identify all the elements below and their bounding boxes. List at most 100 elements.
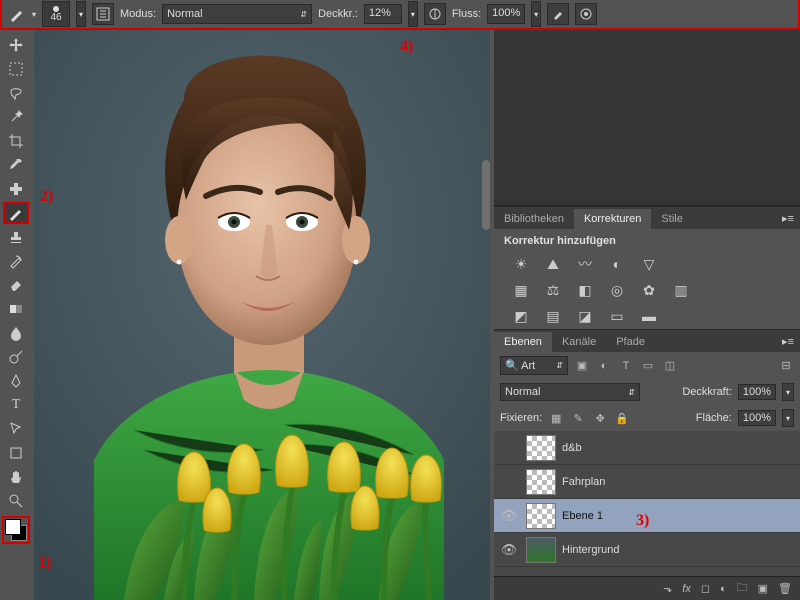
lasso-tool[interactable] [3,82,29,104]
bw-icon[interactable]: ◧ [574,281,596,299]
pen-tool[interactable] [3,370,29,392]
layer-name[interactable]: d&b [562,442,582,454]
tab-bibliotheken[interactable]: Bibliotheken [494,209,574,229]
document-canvas[interactable] [34,30,490,600]
path-select-tool[interactable] [3,418,29,440]
layer-row[interactable]: d&b [494,431,800,465]
layer-thumb [526,503,556,529]
fill-dropdown[interactable]: ▾ [782,409,794,427]
vibrance-icon[interactable]: ▽ [638,255,660,273]
tab-kanaele[interactable]: Kanäle [552,332,606,352]
invert-icon[interactable]: ◩ [510,307,532,325]
new-layer-icon[interactable]: ▣ [758,582,768,595]
filter-shape-icon[interactable]: ▭ [640,358,656,374]
blend-mode-select[interactable]: Normal⇵ [500,383,640,401]
layers-panel: Ebenen Kanäle Pfade ▸≡ 🔍 Art⇵ ▣ ◐ T ▭ ◫ … [494,329,800,600]
filter-smart-icon[interactable]: ◫ [662,358,678,374]
exposure-icon[interactable]: ◐ [606,255,628,273]
trash-icon[interactable]: 🗑 [778,582,792,595]
healing-tool[interactable] [3,178,29,200]
layer-name[interactable]: Fahrplan [562,476,605,488]
eyedropper-tool[interactable] [3,154,29,176]
layer-name[interactable]: Ebene 1 [562,510,603,522]
mask-icon[interactable]: ◻ [701,582,710,595]
move-tool[interactable] [3,34,29,56]
posterize-icon[interactable]: ▤ [542,307,564,325]
zoom-tool[interactable] [3,490,29,512]
visibility-toggle[interactable]: 👁 [498,508,520,524]
layer-opacity-input[interactable]: 100% [738,384,776,400]
link-layers-icon[interactable]: ⬎ [663,582,672,595]
layers-footer: ⬎ fx ◻ ◐ 🗀 ▣ 🗑 [494,576,800,600]
pressure-size-toggle[interactable] [575,3,597,25]
flow-input[interactable]: 100% [487,4,525,24]
fill-input[interactable]: 100% [738,410,776,426]
foreground-color[interactable] [5,519,21,535]
group-icon[interactable]: 🗀 [737,579,748,598]
wand-tool[interactable] [3,106,29,128]
annotation-1: 1) [38,554,51,572]
eraser-tool[interactable] [3,274,29,296]
brush-dropdown[interactable]: ▾ [76,1,86,27]
filter-type-icon[interactable]: T [618,358,634,374]
visibility-toggle[interactable]: 👁 [498,542,520,558]
layer-opacity-label: Deckkraft: [682,386,732,398]
flow-label: Fluss: [452,8,481,20]
lock-move-icon[interactable]: ✥ [592,410,608,426]
photo-filter-icon[interactable]: ◎ [606,281,628,299]
brightness-icon[interactable]: ☀ [510,255,532,273]
opacity-label: Deckkr.: [318,8,358,20]
opacity-input[interactable]: 12% [364,4,402,24]
filter-pixel-icon[interactable]: ▣ [574,358,590,374]
marquee-tool[interactable] [3,58,29,80]
brush-tool[interactable] [3,202,29,224]
stamp-tool[interactable] [3,226,29,248]
airbrush-toggle[interactable] [547,3,569,25]
layer-name[interactable]: Hintergrund [562,544,619,556]
brush-panel-toggle[interactable] [92,3,114,25]
history-brush-tool[interactable] [3,250,29,272]
layers-menu-icon[interactable]: ▸≡ [776,331,800,352]
chevron-down-icon[interactable]: ▾ [32,10,36,19]
pressure-opacity-toggle[interactable] [424,3,446,25]
lock-transparent-icon[interactable]: ▦ [548,410,564,426]
adjustment-layer-icon[interactable]: ◐ [720,583,727,595]
curves-icon[interactable]: 〰 [574,255,596,273]
tab-korrekturen[interactable]: Korrekturen [574,209,651,229]
crop-tool[interactable] [3,130,29,152]
hue-icon[interactable]: ▦ [510,281,532,299]
canvas-scrollbar[interactable] [482,160,490,230]
balance-icon[interactable]: ⚖ [542,281,564,299]
tab-stile[interactable]: Stile [651,209,692,229]
selective-icon[interactable]: ▬ [638,307,660,325]
lut-icon[interactable]: ▥ [670,281,692,299]
lock-all-icon[interactable]: 🔒 [614,410,630,426]
fx-icon[interactable]: fx [682,583,691,595]
gradient-map-icon[interactable]: ▭ [606,307,628,325]
layer-filter-select[interactable]: 🔍 Art⇵ [500,356,568,375]
layer-row[interactable]: Fahrplan [494,465,800,499]
levels-icon[interactable]: ⛰ [542,255,564,273]
layer-row[interactable]: 👁 Hintergrund [494,533,800,567]
filter-toggle[interactable]: ⊟ [778,358,794,374]
brush-preset-picker[interactable]: 46 [42,1,70,27]
tab-ebenen[interactable]: Ebenen [494,332,552,352]
mode-select[interactable]: Normal⇵ [162,4,312,24]
dodge-tool[interactable] [3,346,29,368]
type-tool[interactable]: T [3,394,29,416]
panel-menu-icon[interactable]: ▸≡ [776,208,800,229]
lock-paint-icon[interactable]: ✎ [570,410,586,426]
flow-dropdown[interactable]: ▾ [531,1,541,27]
mixer-icon[interactable]: ✿ [638,281,660,299]
blur-tool[interactable] [3,322,29,344]
navigator-panel [494,30,800,206]
filter-adj-icon[interactable]: ◐ [596,358,612,374]
tab-pfade[interactable]: Pfade [606,332,655,352]
shape-tool[interactable] [3,442,29,464]
layer-opacity-dropdown[interactable]: ▾ [782,383,794,401]
gradient-tool[interactable] [3,298,29,320]
threshold-icon[interactable]: ◪ [574,307,596,325]
opacity-dropdown[interactable]: ▾ [408,1,418,27]
hand-tool[interactable] [3,466,29,488]
color-swatches[interactable] [2,516,30,544]
